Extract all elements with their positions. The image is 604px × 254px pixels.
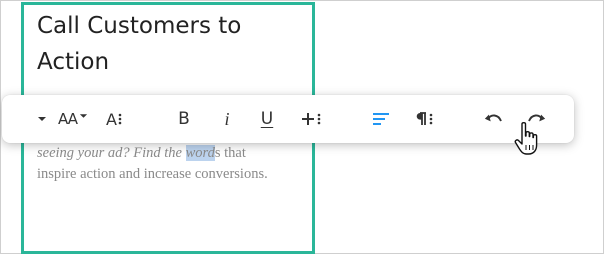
body-italic-text: seeing your ad? Find the	[37, 145, 186, 161]
italic-label: i	[224, 108, 230, 129]
text-block-body[interactable]: seeing your ad? Find the words that insp…	[37, 143, 292, 185]
align-left-icon	[373, 113, 389, 125]
text-block-heading[interactable]: Call Customers to Action	[37, 8, 297, 80]
body-rest-text: inspire action and increase conversions.	[37, 166, 268, 182]
bold-button[interactable]: B	[172, 95, 196, 143]
font-size-dropdown[interactable]: AA	[54, 95, 92, 143]
undo-button[interactable]	[482, 95, 506, 143]
align-left-button[interactable]	[370, 95, 392, 143]
insert-button[interactable]	[297, 95, 325, 143]
body-after-selection: s that	[214, 145, 246, 161]
bold-label: B	[178, 109, 190, 129]
underline-button[interactable]: U	[255, 95, 279, 143]
italic-button[interactable]: i	[215, 95, 239, 143]
hand-pointer-icon	[514, 122, 538, 155]
underline-label: U	[260, 109, 274, 129]
paragraph-button[interactable]	[412, 95, 436, 143]
more-dots-icon	[118, 113, 122, 125]
undo-icon	[484, 114, 502, 122]
font-size-label: AA	[58, 110, 78, 128]
pilcrow-icon	[416, 112, 426, 125]
formatting-toolbar: AA A B i U	[2, 95, 574, 143]
font-family-dropdown[interactable]	[34, 95, 50, 143]
text-style-button[interactable]: A	[101, 95, 127, 143]
caret-down-icon	[38, 117, 46, 121]
selected-text: word	[185, 145, 215, 161]
text-style-label: A	[106, 109, 117, 129]
plus-icon	[302, 113, 314, 125]
more-dots-icon	[429, 113, 433, 125]
more-dots-icon	[317, 113, 321, 125]
caret-down-icon	[79, 114, 88, 118]
